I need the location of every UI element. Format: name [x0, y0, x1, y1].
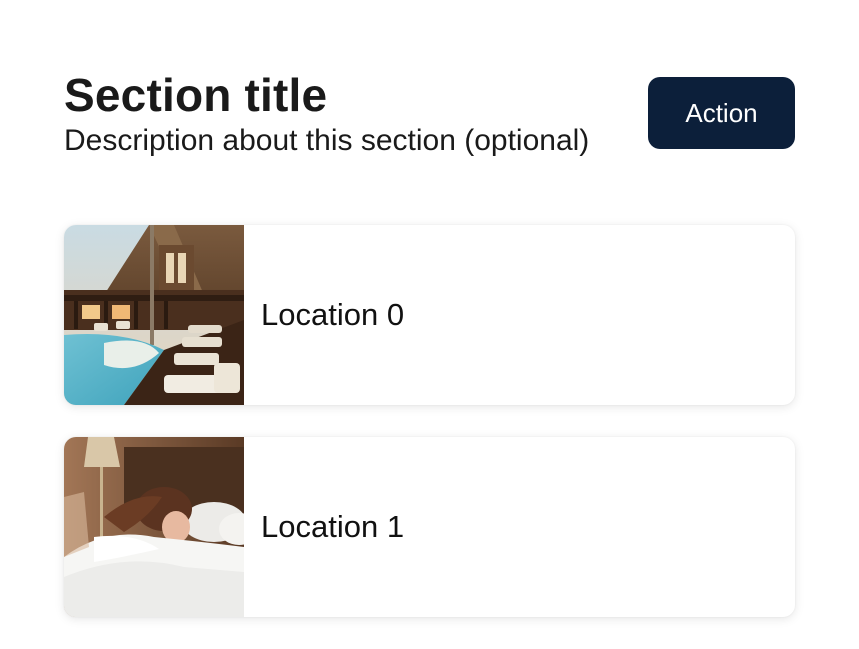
section-page: Section title Description about this sec…	[0, 0, 859, 649]
location-label: Location 0	[261, 297, 405, 332]
location-card[interactable]: Location 0	[64, 225, 795, 405]
location-image-bedroom	[64, 437, 244, 617]
section-description: Description about this section (optional…	[64, 124, 590, 157]
action-button[interactable]: Action	[648, 77, 795, 149]
location-card[interactable]: Location 1	[64, 437, 795, 617]
section-header: Section title Description about this sec…	[64, 70, 795, 165]
location-label: Location 1	[261, 509, 405, 544]
section-title: Section title	[64, 69, 328, 121]
location-image-resort	[64, 225, 244, 405]
